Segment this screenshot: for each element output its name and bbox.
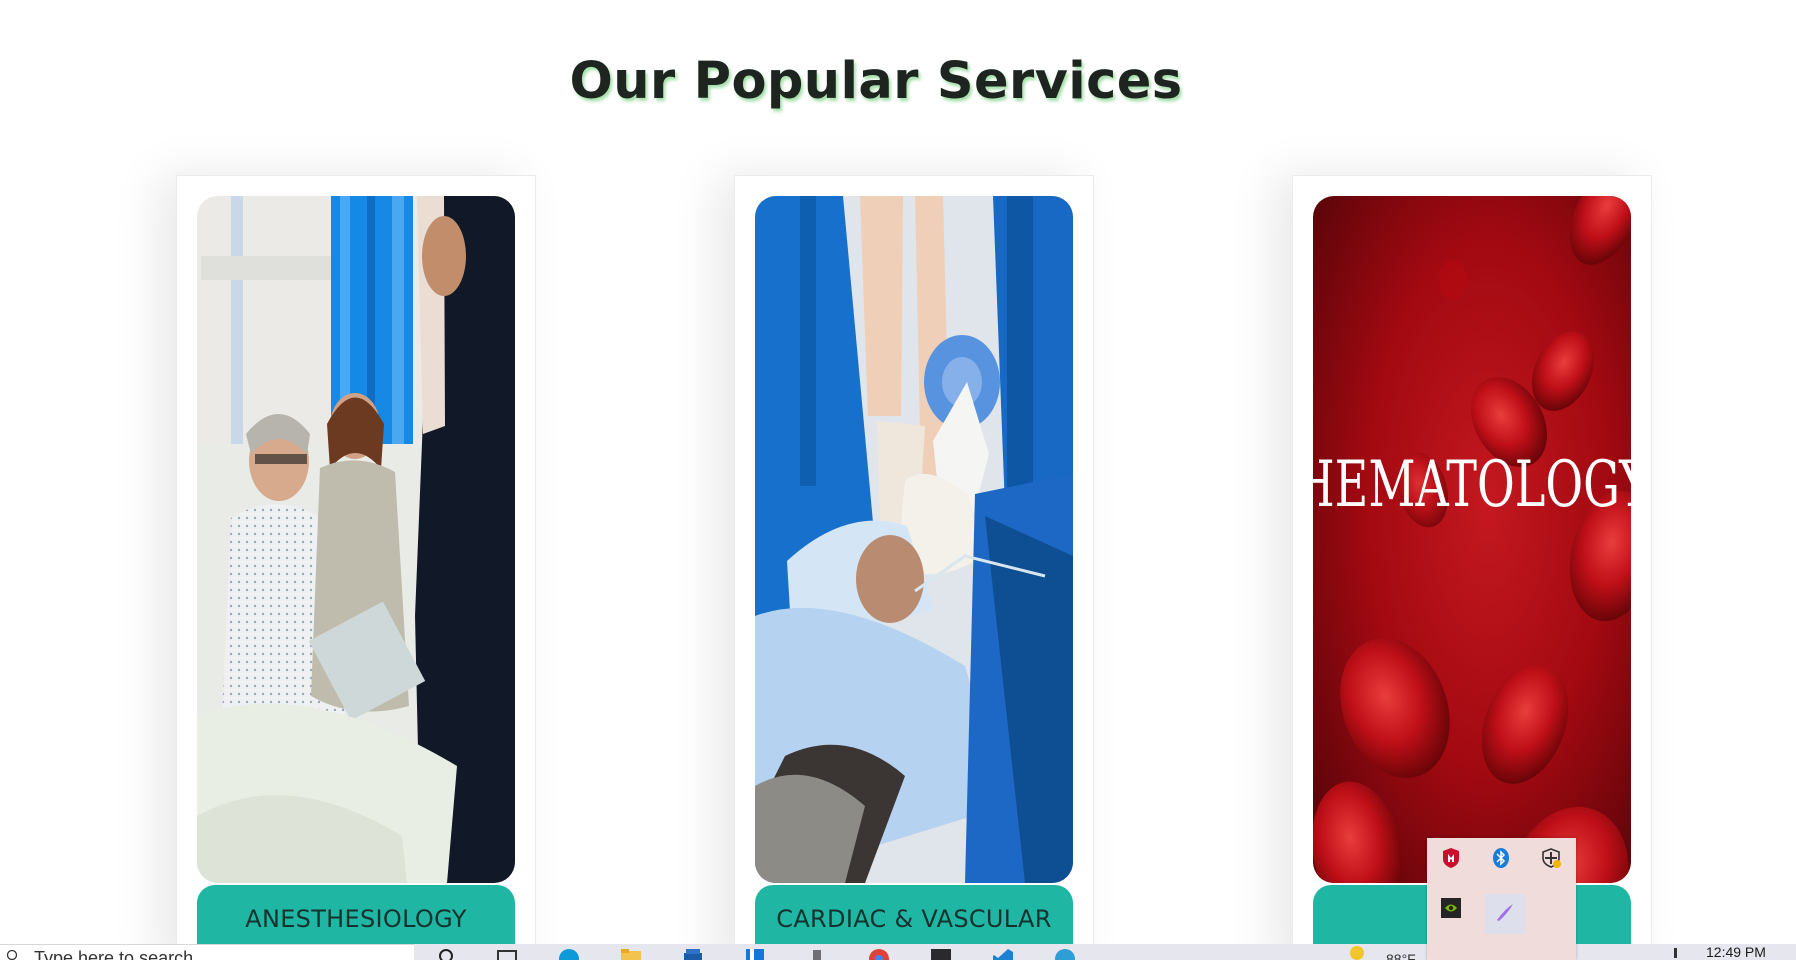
mcafee-tray-item[interactable] bbox=[1435, 844, 1467, 876]
service-image-anesthesiology bbox=[197, 196, 515, 883]
taskbar-search-button[interactable] bbox=[432, 948, 462, 960]
weather-icon bbox=[1350, 946, 1364, 960]
service-card-anesthesiology[interactable]: ANESTHESIOLOGY bbox=[176, 175, 536, 960]
chrome-app[interactable] bbox=[864, 948, 894, 960]
patient-consultation-image bbox=[197, 196, 515, 883]
nvidia-tray-item[interactable] bbox=[1435, 894, 1467, 926]
file-explorer-app[interactable] bbox=[616, 948, 646, 960]
bluetooth-tray-item[interactable] bbox=[1485, 844, 1517, 876]
chrome-icon bbox=[868, 948, 890, 960]
edge-app[interactable] bbox=[554, 948, 584, 960]
service-card-cardiac-vascular[interactable]: CARDIAC & VASCULAR bbox=[734, 175, 1094, 960]
edge-dev-icon bbox=[1054, 948, 1076, 960]
pen-icon bbox=[1494, 901, 1516, 927]
terminal-app[interactable] bbox=[926, 948, 956, 960]
nvidia-icon bbox=[1440, 897, 1462, 923]
volume-icon[interactable] bbox=[1674, 948, 1687, 958]
store-icon bbox=[682, 948, 704, 960]
taskbar-search-text: Type here to search bbox=[34, 948, 194, 960]
service-image-hematology: HEMATOLOGY bbox=[1313, 196, 1631, 883]
mcafee-icon bbox=[1441, 847, 1461, 873]
app-blue-icon bbox=[745, 948, 765, 960]
cpr-resuscitation-image bbox=[755, 196, 1073, 883]
hematology-image: HEMATOLOGY bbox=[1313, 196, 1631, 883]
pen-tray-item[interactable] bbox=[1485, 894, 1525, 934]
taskbar-search-box[interactable]: Type here to search bbox=[0, 944, 414, 960]
gray-app[interactable] bbox=[802, 948, 832, 960]
file-explorer-icon bbox=[620, 948, 642, 960]
edge-dev-app[interactable] bbox=[1050, 948, 1080, 960]
edge-icon bbox=[558, 948, 580, 960]
vscode-app[interactable] bbox=[988, 948, 1018, 960]
taskbar-clock[interactable]: 12:49 PM bbox=[1706, 944, 1766, 960]
section-title: Our Popular Services bbox=[569, 52, 1183, 111]
blue-app[interactable] bbox=[740, 948, 770, 960]
service-image-cardiac-vascular bbox=[755, 196, 1073, 883]
bluetooth-icon bbox=[1491, 847, 1511, 873]
security-shield-icon bbox=[1540, 847, 1562, 873]
task-view-button[interactable] bbox=[492, 948, 522, 960]
hematology-title-text: HEMATOLOGY bbox=[1313, 447, 1631, 522]
store-app[interactable] bbox=[678, 948, 708, 960]
search-icon bbox=[6, 949, 22, 960]
search-icon bbox=[438, 948, 456, 960]
task-view-icon bbox=[497, 948, 517, 960]
services-page: Our Popular Services ANESTHESIOLOGY CARD… bbox=[0, 0, 1796, 960]
security-tray-item[interactable] bbox=[1535, 844, 1567, 876]
vscode-icon bbox=[992, 948, 1014, 960]
app-gray-icon bbox=[809, 948, 825, 960]
terminal-icon bbox=[930, 948, 952, 960]
tray-overflow-popup bbox=[1427, 838, 1576, 960]
